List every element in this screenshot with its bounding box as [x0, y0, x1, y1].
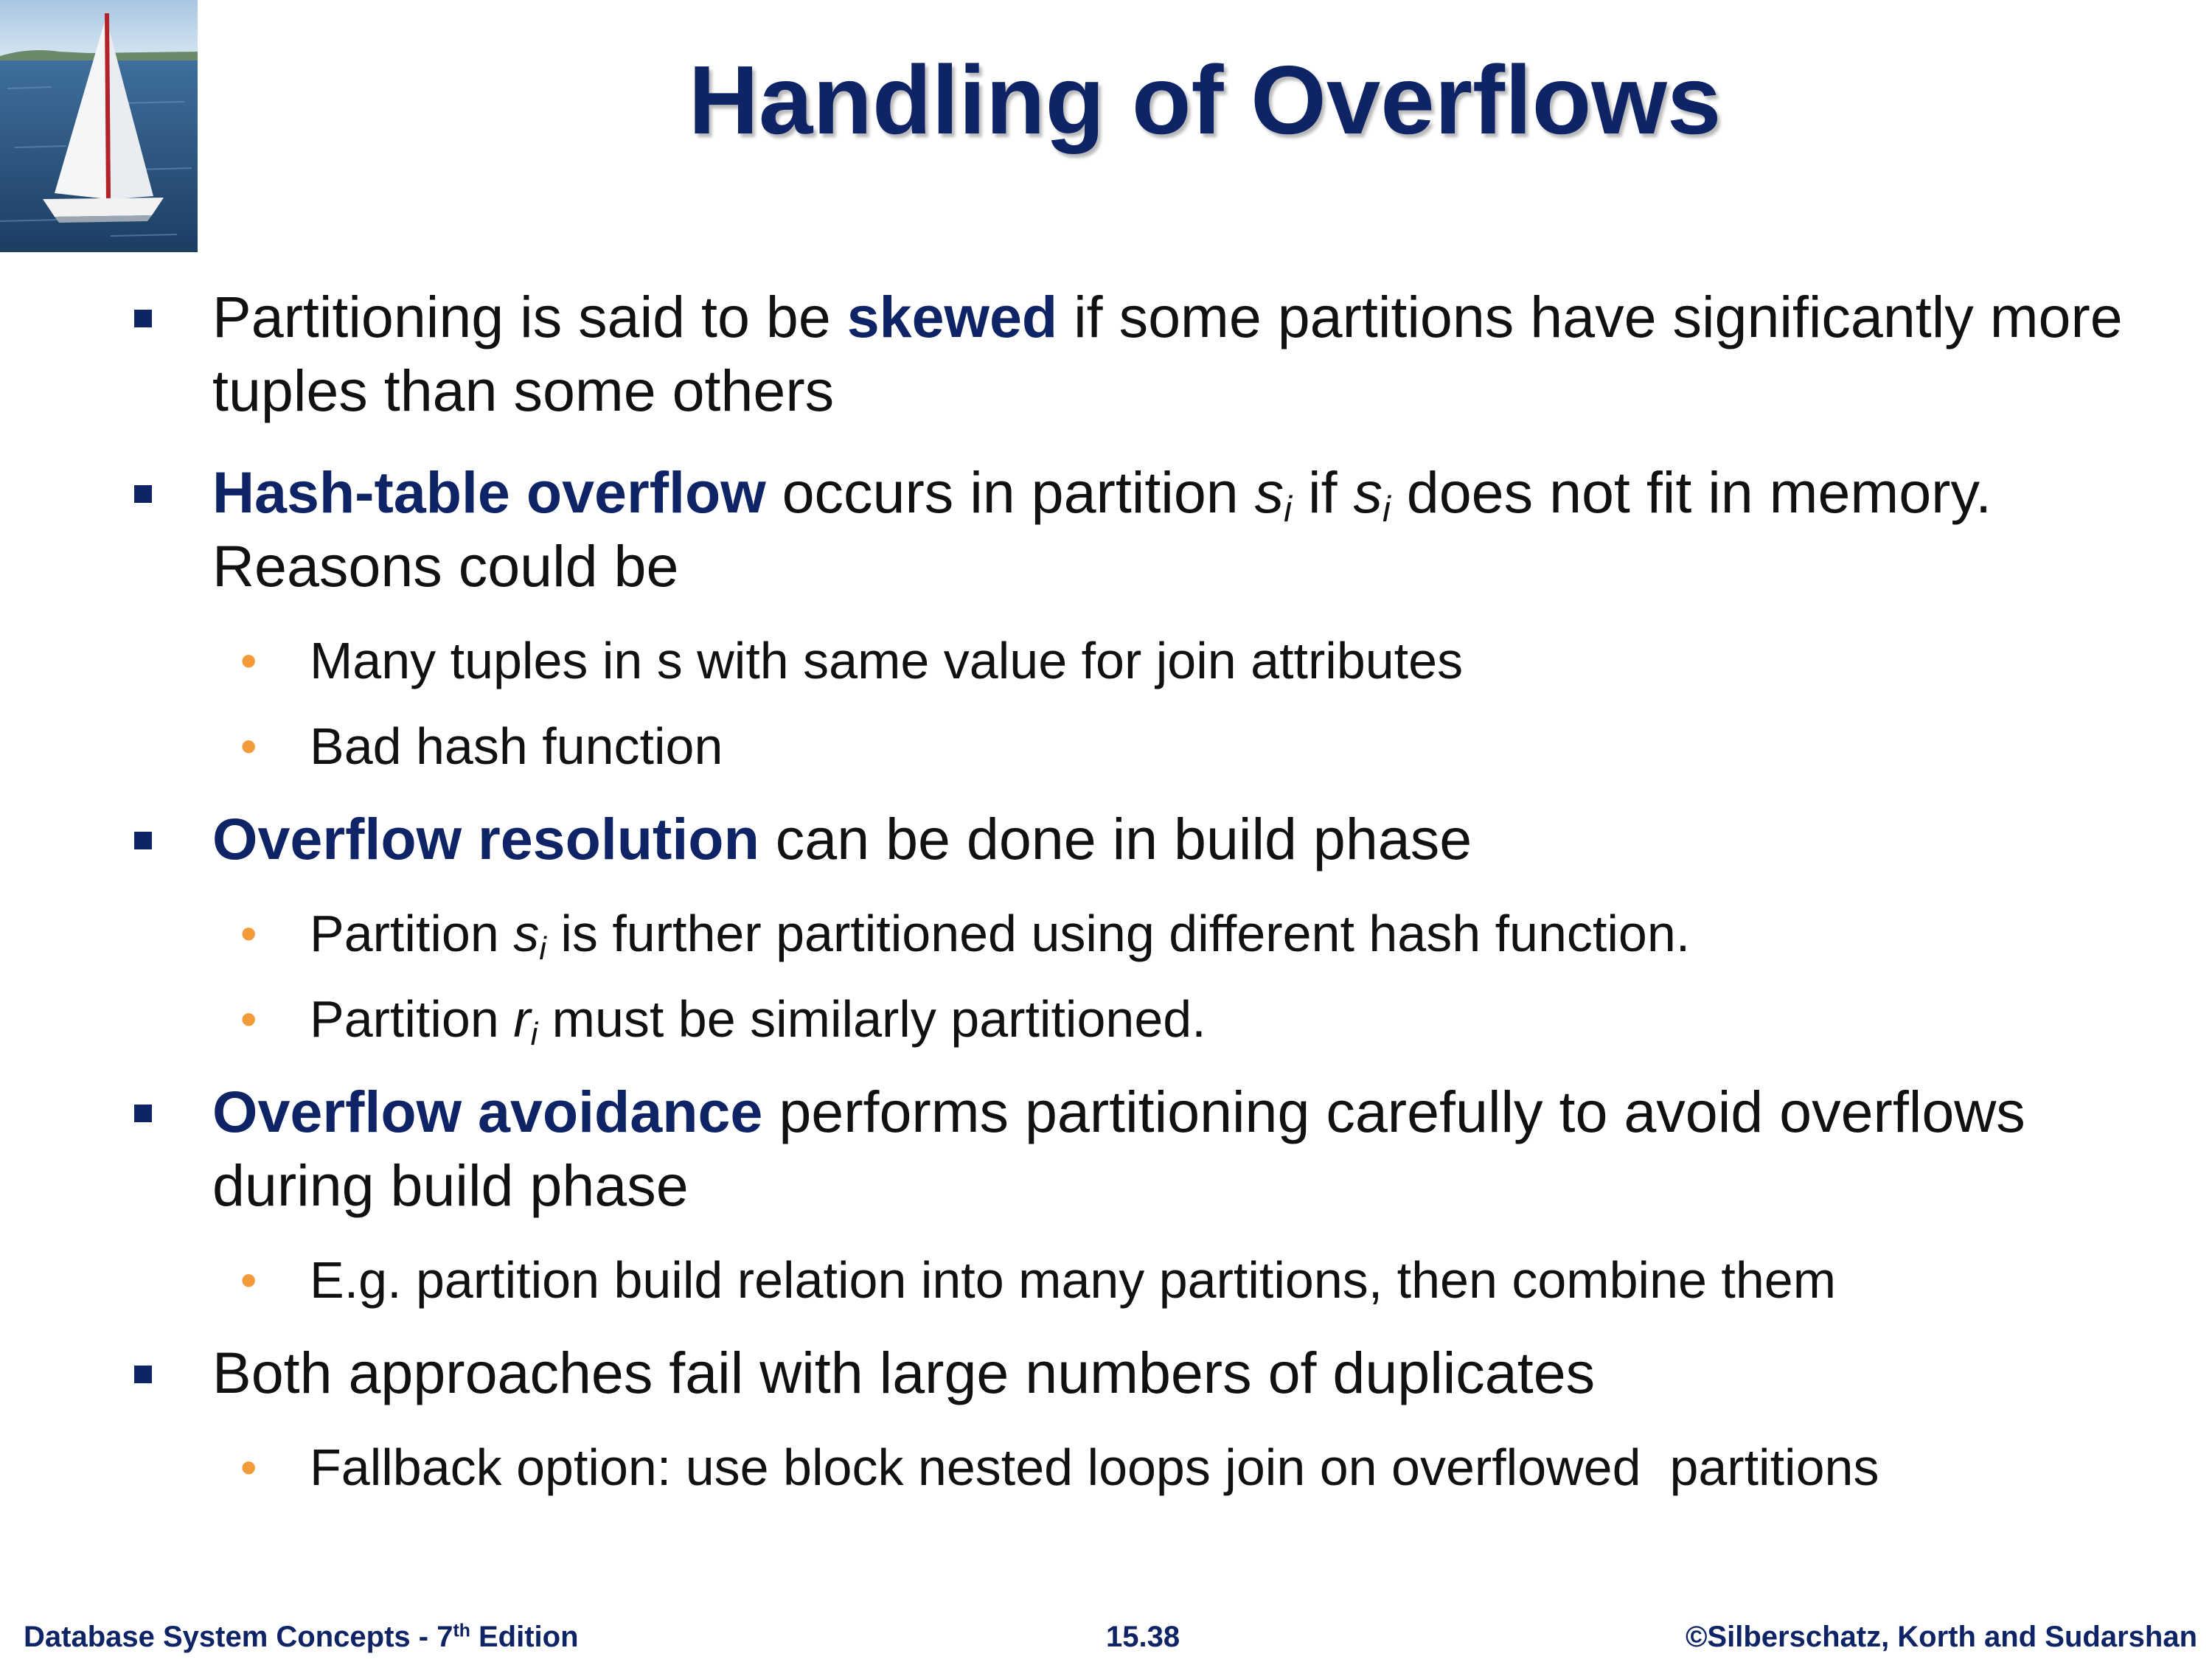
keyword-overflow-resolution: Overflow resolution — [212, 806, 759, 872]
dot-bullet-icon: • — [240, 1253, 257, 1307]
slide-title: Handling of Overflows — [688, 46, 1722, 154]
sub-bullet-fallback: • Fallback option: use block nested loop… — [240, 1439, 1879, 1496]
footer-copyright: ©Silberschatz, Korth and Sudarshan — [1685, 1621, 2197, 1653]
square-bullet-icon — [134, 1366, 152, 1383]
sub-bullet-bad-hash: • Bad hash function — [240, 717, 723, 775]
sub-bullet-partition-r: • Partition ri must be similarly partiti… — [240, 990, 1206, 1052]
footer-book-title: Database System Concepts - 7th Edition — [24, 1621, 579, 1653]
slide-footer: Database System Concepts - 7th Edition 1… — [0, 1621, 2212, 1658]
sub-bullet-partition-s: • Partition si is further partitioned us… — [240, 905, 1691, 967]
square-bullet-icon — [134, 832, 152, 849]
sub-bullet-many-tuples: • Many tuples in s with same value for j… — [240, 632, 1464, 689]
bullet-skewed: Partitioning is said to be skewed if som… — [0, 280, 2212, 428]
footer-slide-number: 15.38 — [1106, 1621, 1180, 1653]
slide-content: Partitioning is said to be skewed if som… — [0, 280, 2212, 1523]
keyword-overflow-avoidance: Overflow avoidance — [212, 1079, 763, 1144]
keyword-hash-table-overflow: Hash-table overflow — [212, 459, 766, 525]
dot-bullet-icon: • — [240, 720, 257, 773]
bullet-both-approaches: Both approaches fail with large numbers … — [0, 1336, 2212, 1410]
bullet-overflow-avoidance: Overflow avoidance performs partitioning… — [0, 1075, 2212, 1222]
dot-bullet-icon: • — [240, 634, 257, 687]
bullet-hash-table-overflow: Hash-table overflow occurs in partition … — [0, 456, 2212, 603]
bullet-overflow-resolution: Overflow resolution can be done in build… — [0, 802, 2212, 876]
sailboat-logo — [0, 0, 198, 252]
dot-bullet-icon: • — [240, 1441, 257, 1494]
dot-bullet-icon: • — [240, 907, 257, 960]
square-bullet-icon — [134, 310, 152, 327]
square-bullet-icon — [134, 485, 152, 503]
dot-bullet-icon: • — [240, 992, 257, 1046]
keyword-skewed: skewed — [846, 284, 1058, 349]
sub-bullet-eg-partition: • E.g. partition build relation into man… — [240, 1251, 1837, 1309]
square-bullet-icon — [134, 1105, 152, 1122]
